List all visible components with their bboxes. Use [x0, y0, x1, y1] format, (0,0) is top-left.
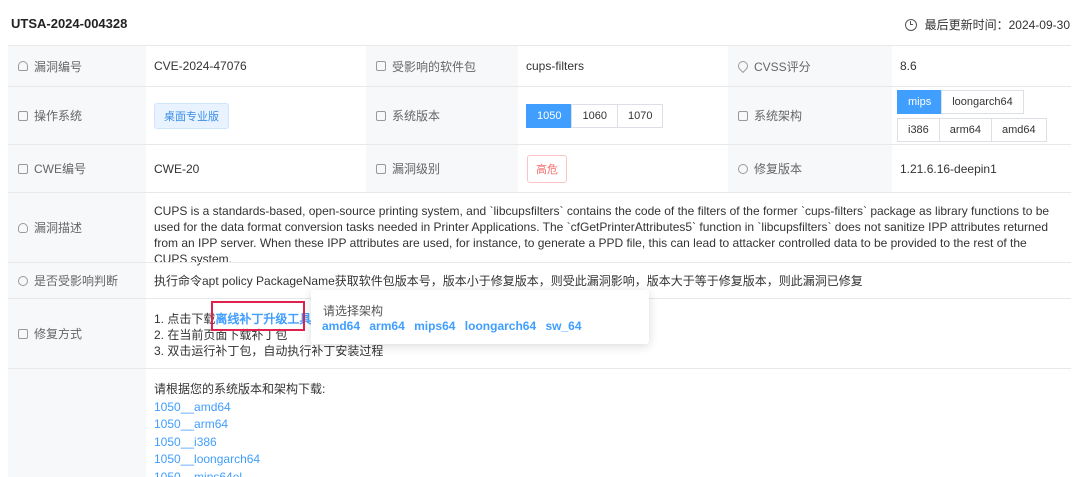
arch-option-loongarch64[interactable]: loongarch64 — [941, 89, 1024, 114]
version-option-1060[interactable]: 1060 — [571, 103, 618, 128]
popover-arch-list: amd64 arm64 mips64 loongarch64 sw_64 — [322, 319, 588, 333]
value-os: 桌面专业版 — [146, 87, 366, 144]
highlight-tool-link — [211, 301, 305, 331]
trash-icon — [376, 163, 386, 174]
row-os: 操作系统 桌面专业版 系统版本 1050 1060 1070 系统架构 mips… — [8, 86, 1071, 144]
value-arch: mips loongarch64 i386 arm64 amd64 — [892, 87, 1071, 144]
value-cvss: 8.6 — [900, 59, 917, 73]
download-link-arm64[interactable]: 1050__arm64 — [154, 416, 1071, 434]
location-icon — [735, 58, 751, 74]
popover-arch-sw64[interactable]: sw_64 — [546, 319, 582, 333]
value-package: cups-filters — [526, 59, 585, 73]
value-description: CUPS is a standards-based, open-source p… — [154, 204, 1050, 266]
page-title: UTSA-2024-004328 — [11, 16, 128, 31]
label-cwe: CWE编号 — [8, 145, 146, 192]
popover-arch-arm64[interactable]: arm64 — [369, 319, 404, 333]
label-fix-version: 修复版本 — [728, 145, 892, 192]
package-icon — [376, 61, 386, 71]
popover-arch-mips64[interactable]: mips64 — [414, 319, 455, 333]
version-selector: 1050 1060 1070 — [526, 103, 664, 128]
value-cwe: CWE-20 — [154, 161, 200, 176]
label-description: 漏洞描述 — [8, 193, 146, 262]
label-os: 操作系统 — [8, 87, 146, 144]
trash-icon — [18, 328, 28, 339]
download-link-i386[interactable]: 1050__i386 — [154, 434, 1071, 452]
label-fix: 修复方式 — [8, 299, 146, 368]
value-level: 高危 — [518, 145, 728, 192]
os-icon — [18, 110, 28, 121]
judge-icon — [18, 275, 28, 286]
label-arch: 系统架构 — [728, 87, 892, 144]
arch-icon — [738, 110, 748, 121]
row-vuln-id: 漏洞编号 CVE-2024-47076 受影响的软件包 cups-filters… — [8, 45, 1071, 86]
page-header: UTSA-2024-004328 最后更新时间：2024-09-30 — [0, 0, 1080, 44]
user-icon — [18, 61, 28, 71]
version-option-1070[interactable]: 1070 — [616, 103, 664, 128]
arch-option-arm64[interactable]: arm64 — [938, 117, 992, 142]
label-cvss: CVSS评分 — [728, 46, 892, 86]
arch-option-amd64[interactable]: amd64 — [990, 117, 1047, 142]
download-link-loongarch64[interactable]: 1050__loongarch64 — [154, 451, 1071, 469]
value-sys-version: 1050 1060 1070 — [518, 87, 728, 144]
label-package: 受影响的软件包 — [366, 46, 518, 86]
download-link-mips64el[interactable]: 1050__mips64el — [154, 469, 1071, 477]
fix-step-3: 3. 双击运行补丁包，自动执行补丁安装过程 — [154, 344, 384, 358]
arch-option-mips[interactable]: mips — [897, 89, 943, 114]
clock-icon — [904, 18, 917, 31]
level-tag: 高危 — [527, 154, 567, 183]
value-fix-version: 1.21.6.16-deepin1 — [900, 161, 997, 176]
label-vuln-id: 漏洞编号 — [8, 46, 146, 86]
arch-option-i386[interactable]: i386 — [897, 117, 940, 142]
label-download — [8, 369, 146, 477]
fix-version-icon — [738, 163, 748, 174]
arch-selector: mips loongarch64 i386 arm64 amd64 — [897, 89, 1047, 142]
label-sys-version: 系统版本 — [366, 87, 518, 144]
download-list: 请根据您的系统版本和架构下载: 1050__amd64 1050__arm64 … — [146, 369, 1071, 477]
version-option-1050[interactable]: 1050 — [526, 103, 573, 128]
row-download: 请根据您的系统版本和架构下载: 1050__amd64 1050__arm64 … — [8, 368, 1071, 477]
value-vuln-id: CVE-2024-47076 — [154, 59, 247, 73]
popover-arch-loongarch64[interactable]: loongarch64 — [465, 319, 536, 333]
os-tag: 桌面专业版 — [154, 102, 229, 129]
cwe-icon — [18, 163, 28, 174]
popover-title: 请选择架构 — [323, 304, 384, 318]
label-judge: 是否受影响判断 — [8, 263, 146, 298]
version-icon — [376, 110, 386, 121]
download-intro: 请根据您的系统版本和架构下载: — [154, 382, 326, 396]
arch-popover: 请选择架构 amd64 arm64 mips64 loongarch64 sw_… — [311, 290, 649, 344]
row-description: 漏洞描述 CUPS is a standards-based, open-sou… — [8, 192, 1071, 266]
last-updated: 最后更新时间：2024-09-30 — [904, 16, 1070, 33]
bulb-icon — [18, 222, 28, 233]
label-level: 漏洞级别 — [366, 145, 518, 192]
download-link-amd64[interactable]: 1050__amd64 — [154, 399, 1071, 417]
row-cwe: CWE编号 CWE-20 漏洞级别 高危 修复版本 1.21.6.16-deep… — [8, 144, 1071, 192]
popover-arch-amd64[interactable]: amd64 — [322, 319, 360, 333]
last-updated-text: 最后更新时间：2024-09-30 — [924, 18, 1070, 32]
